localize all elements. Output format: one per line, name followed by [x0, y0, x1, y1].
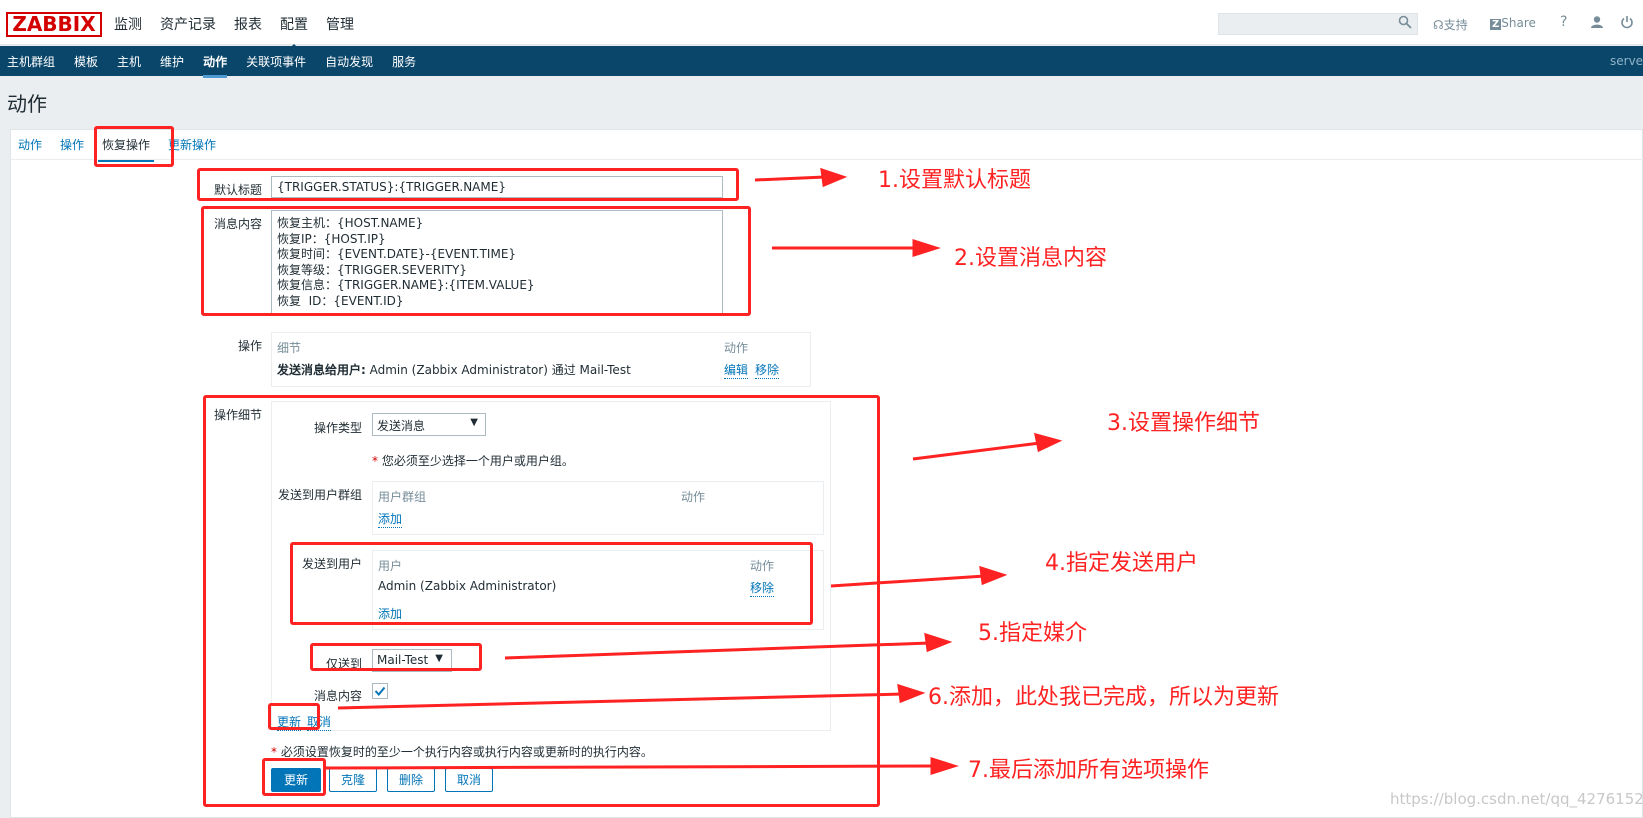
- annotation-2: 2.设置消息内容: [954, 246, 1107, 271]
- annotation-1: 1.设置默认标题: [878, 168, 1031, 193]
- annotation-4: 4.指定发送用户: [1045, 551, 1198, 576]
- annotation-7: 7.最后添加所有选项操作: [968, 758, 1209, 783]
- annotation-3: 3.设置操作细节: [1107, 411, 1260, 436]
- annotation-5: 5.指定媒介: [978, 621, 1087, 646]
- annotation-6: 6.添加，此处我已完成，所以为更新: [928, 685, 1279, 710]
- watermark: https://blog.csdn.net/qq_42761527: [1390, 790, 1643, 808]
- annotation-arrows: [325, 167, 1063, 776]
